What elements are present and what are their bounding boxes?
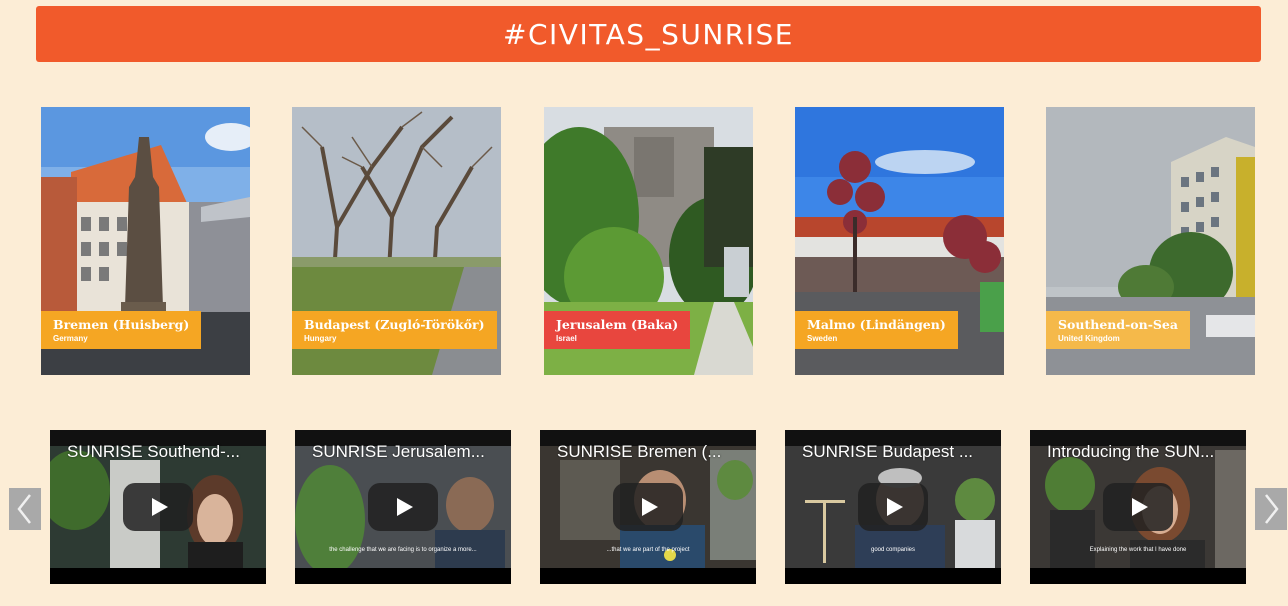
city-name: Budapest (Zugló-Törökőr): [304, 317, 485, 332]
video-title: SUNRISE Budapest ...: [802, 442, 974, 461]
banner-title: #CIVITAS_SUNRISE: [503, 17, 794, 51]
play-button[interactable]: [613, 483, 683, 531]
video-card-jerusalem[interactable]: SUNRISE Jerusalem... the challenge that …: [295, 430, 511, 584]
city-country: Israel: [556, 334, 577, 343]
city-label: Budapest (Zugló-Törökőr) Hungary: [292, 311, 497, 349]
city-name: Malmo (Lindängen): [807, 317, 946, 332]
video-title: SUNRISE Southend-...: [67, 442, 240, 461]
carousel-prev-button[interactable]: [9, 488, 41, 530]
city-card-malmo[interactable]: Malmo (Lindängen) Sweden: [795, 107, 1004, 375]
video-bottom-bar: [785, 568, 1001, 584]
video-subtitle: good companies: [870, 547, 916, 553]
city-country: Sweden: [807, 334, 838, 343]
video-bottom-bar: [295, 568, 511, 584]
city-label: Southend-on-Sea United Kingdom: [1046, 311, 1190, 349]
video-subtitle: Explaining the work that I have done: [1089, 547, 1187, 553]
play-button[interactable]: [1103, 483, 1173, 531]
city-card-southend[interactable]: Southend-on-Sea United Kingdom: [1046, 107, 1255, 375]
video-card-budapest[interactable]: SUNRISE Budapest ... good companies: [785, 430, 1001, 584]
video-bottom-bar: [50, 568, 266, 584]
city-label: Malmo (Lindängen) Sweden: [795, 311, 958, 349]
page: #CIVITAS_SUNRISE Bremen (Huisberg) Germa…: [0, 0, 1288, 606]
city-name: Jerusalem (Baka): [556, 317, 679, 332]
city-label: Bremen (Huisberg) Germany: [41, 311, 202, 349]
play-icon: [887, 498, 903, 516]
play-icon: [397, 498, 413, 516]
video-title: SUNRISE Jerusalem...: [312, 442, 485, 461]
video-card-bremen[interactable]: SUNRISE Bremen (... ...that we are part …: [540, 430, 756, 584]
city-name: Southend-on-Sea: [1058, 317, 1178, 332]
city-country: Germany: [53, 334, 88, 343]
play-icon: [1132, 498, 1148, 516]
city-country: Hungary: [304, 334, 337, 343]
title-banner: #CIVITAS_SUNRISE: [36, 6, 1261, 62]
carousel-next-button[interactable]: [1255, 488, 1287, 530]
play-button[interactable]: [123, 483, 193, 531]
city-card-bremen[interactable]: Bremen (Huisberg) Germany: [41, 107, 250, 375]
city-card-jerusalem[interactable]: Jerusalem (Baka) Israel: [544, 107, 753, 375]
video-bottom-bar: [540, 568, 756, 584]
city-country: United Kingdom: [1058, 334, 1120, 343]
city-name: Bremen (Huisberg): [53, 317, 190, 332]
play-button[interactable]: [858, 483, 928, 531]
city-card-budapest[interactable]: Budapest (Zugló-Törökőr) Hungary: [292, 107, 501, 375]
city-label: Jerusalem (Baka) Israel: [544, 311, 691, 349]
play-icon: [152, 498, 168, 516]
video-card-introducing[interactable]: Introducing the SUN... Explaining the wo…: [1030, 430, 1246, 584]
chevron-right-icon: [1265, 494, 1279, 524]
video-subtitle: ...that we are part of the project: [606, 547, 690, 553]
video-card-southend[interactable]: SUNRISE Southend-...: [50, 430, 266, 584]
video-title: Introducing the SUN...: [1047, 442, 1215, 461]
video-bottom-bar: [1030, 568, 1246, 584]
chevron-left-icon: [17, 494, 31, 524]
play-icon: [642, 498, 658, 516]
video-subtitle: the challenge that we are facing is to o…: [329, 547, 477, 553]
play-button[interactable]: [368, 483, 438, 531]
video-title: SUNRISE Bremen (...: [557, 442, 722, 461]
